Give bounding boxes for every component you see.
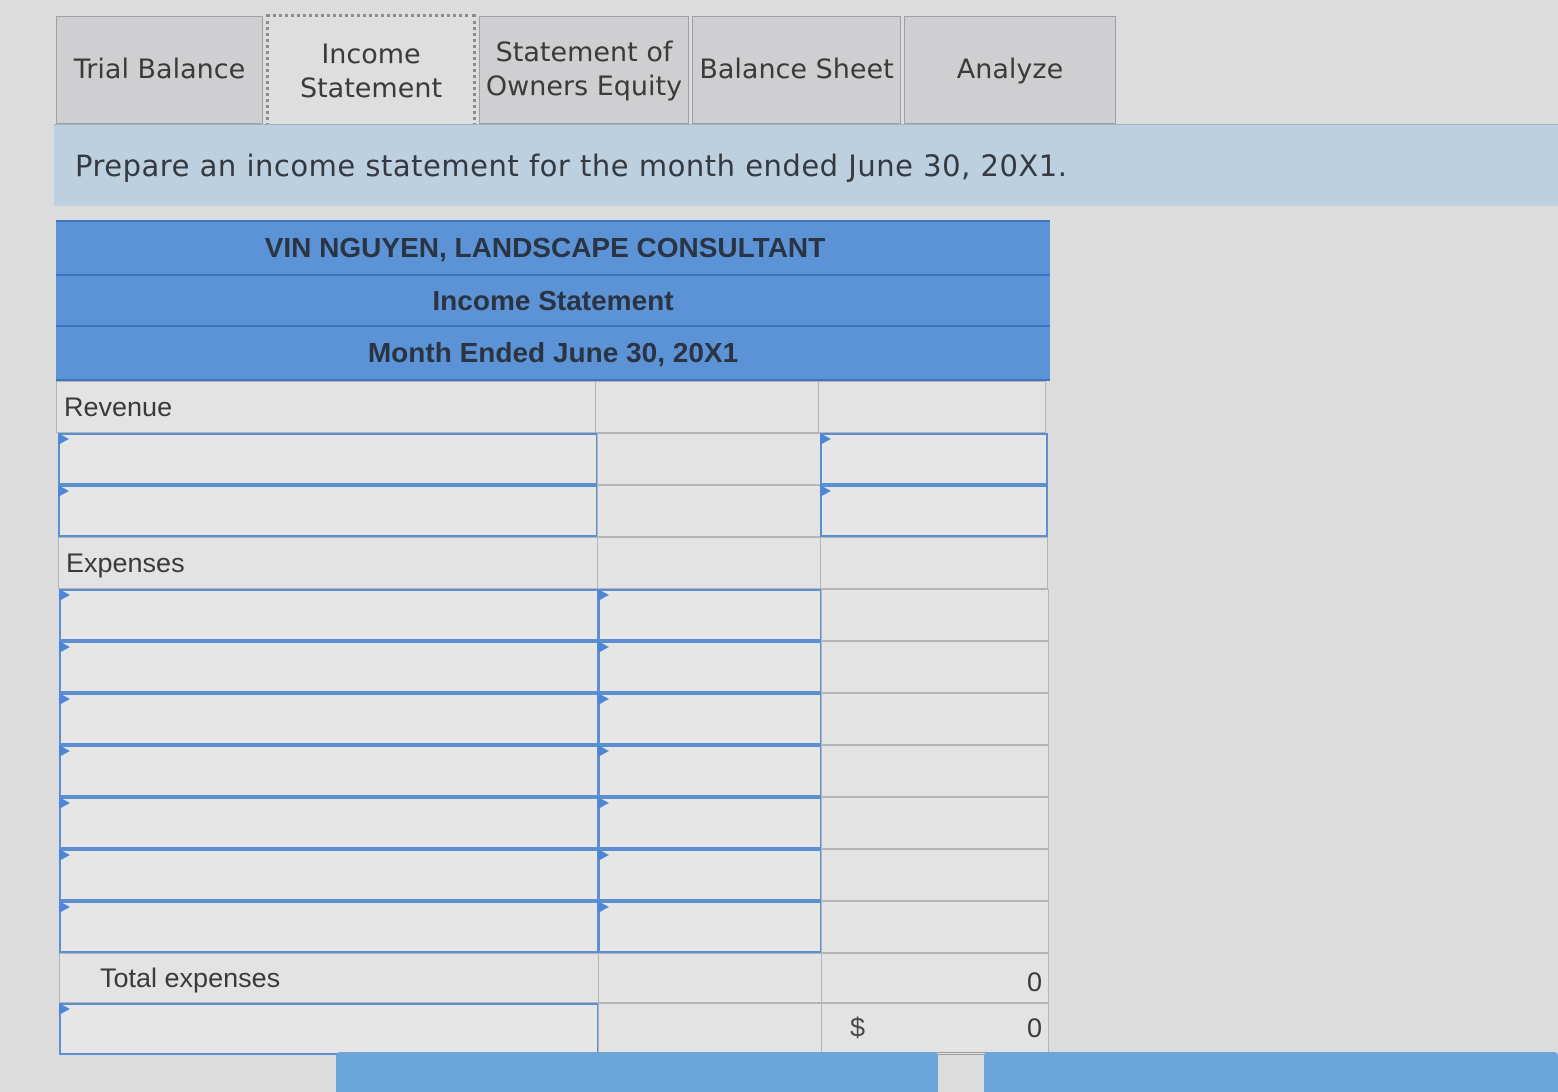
expense-account-input[interactable]: [59, 797, 599, 849]
total-expenses-value: 0: [821, 953, 1049, 1003]
revenue-header-row: Revenue: [56, 381, 1046, 433]
statement-title: Income Statement: [56, 276, 1050, 327]
expense-account-input[interactable]: [59, 745, 599, 797]
statement-grid: Revenue Expenses Total expenses 0 $ 0: [56, 381, 1050, 1055]
revenue-row-1: [58, 433, 1048, 485]
expense-row-5: [59, 797, 1049, 849]
tab-label: Income Statement: [299, 38, 443, 104]
tab-income-statement[interactable]: Income Statement: [266, 14, 476, 126]
company-name: VIN NGUYEN, LANDSCAPE CONSULTANT: [56, 220, 1050, 276]
tab-label: Statement of Owners Equity: [485, 37, 683, 102]
revenue-label: Revenue: [56, 381, 596, 433]
expense-amount-input[interactable]: [598, 849, 822, 901]
expense-amount-input[interactable]: [598, 589, 822, 641]
tab-label: Trial Balance: [73, 54, 246, 85]
revenue-account-input[interactable]: [58, 485, 598, 537]
expenses-header-row: Expenses: [58, 537, 1048, 589]
blank-cell: [821, 693, 1049, 745]
blank-cell: [598, 953, 822, 1003]
blank-cell: [595, 381, 819, 433]
currency-symbol: $: [850, 1012, 866, 1043]
blank-cell: [597, 485, 821, 537]
net-income-row: $ 0: [59, 1003, 1049, 1055]
income-statement-form: VIN NGUYEN, LANDSCAPE CONSULTANT Income …: [56, 220, 1050, 1055]
total-expenses-label: Total expenses: [59, 953, 599, 1003]
statement-period: Month Ended June 30, 20X1: [56, 327, 1050, 381]
revenue-row-2: [58, 485, 1048, 537]
revenue-amount-input[interactable]: [820, 485, 1048, 537]
expense-row-7: [59, 901, 1049, 953]
expense-row-2: [59, 641, 1049, 693]
expense-row-3: [59, 693, 1049, 745]
blank-cell: [597, 433, 821, 485]
expense-amount-input[interactable]: [598, 745, 822, 797]
expense-amount-input[interactable]: [598, 641, 822, 693]
tab-statement-of-owners-equity[interactable]: Statement of Owners Equity: [479, 16, 689, 124]
net-income-amount: 0: [1026, 1012, 1042, 1043]
blank-cell: [821, 745, 1049, 797]
blank-cell: [597, 537, 821, 589]
blank-cell: [820, 537, 1048, 589]
blank-cell: [821, 641, 1049, 693]
expense-row-4: [59, 745, 1049, 797]
blank-cell: [818, 381, 1046, 433]
expense-amount-input[interactable]: [598, 901, 822, 953]
net-income-label-input[interactable]: [59, 1003, 599, 1055]
blank-cell: [821, 849, 1049, 901]
previous-button[interactable]: [336, 1052, 938, 1092]
tab-balance-sheet[interactable]: Balance Sheet: [692, 16, 901, 124]
tab-bar: Trial Balance Income Statement Statement…: [56, 14, 1119, 126]
expense-account-input[interactable]: [59, 589, 599, 641]
blank-cell: [821, 797, 1049, 849]
expense-account-input[interactable]: [59, 901, 599, 953]
total-expenses-amount: 0: [1026, 967, 1042, 997]
next-button[interactable]: [984, 1052, 1558, 1092]
revenue-amount-input[interactable]: [820, 433, 1048, 485]
expense-account-input[interactable]: [59, 849, 599, 901]
blank-cell: [821, 901, 1049, 953]
instruction-text: Prepare an income statement for the mont…: [54, 124, 1558, 206]
tab-label: Analyze: [956, 54, 1064, 85]
revenue-account-input[interactable]: [58, 433, 598, 485]
expense-account-input[interactable]: [59, 693, 599, 745]
tab-label: Balance Sheet: [699, 54, 894, 85]
expense-row-6: [59, 849, 1049, 901]
blank-cell: [598, 1003, 822, 1055]
tab-trial-balance[interactable]: Trial Balance: [56, 16, 263, 124]
total-expenses-row: Total expenses 0: [59, 953, 1049, 1003]
expense-row-1: [59, 589, 1049, 641]
blank-cell: [821, 589, 1049, 641]
expense-amount-input[interactable]: [598, 797, 822, 849]
expense-amount-input[interactable]: [598, 693, 822, 745]
expenses-label: Expenses: [58, 537, 598, 589]
tab-analyze[interactable]: Analyze: [904, 16, 1116, 124]
net-income-value: $ 0: [821, 1003, 1049, 1055]
expense-account-input[interactable]: [59, 641, 599, 693]
